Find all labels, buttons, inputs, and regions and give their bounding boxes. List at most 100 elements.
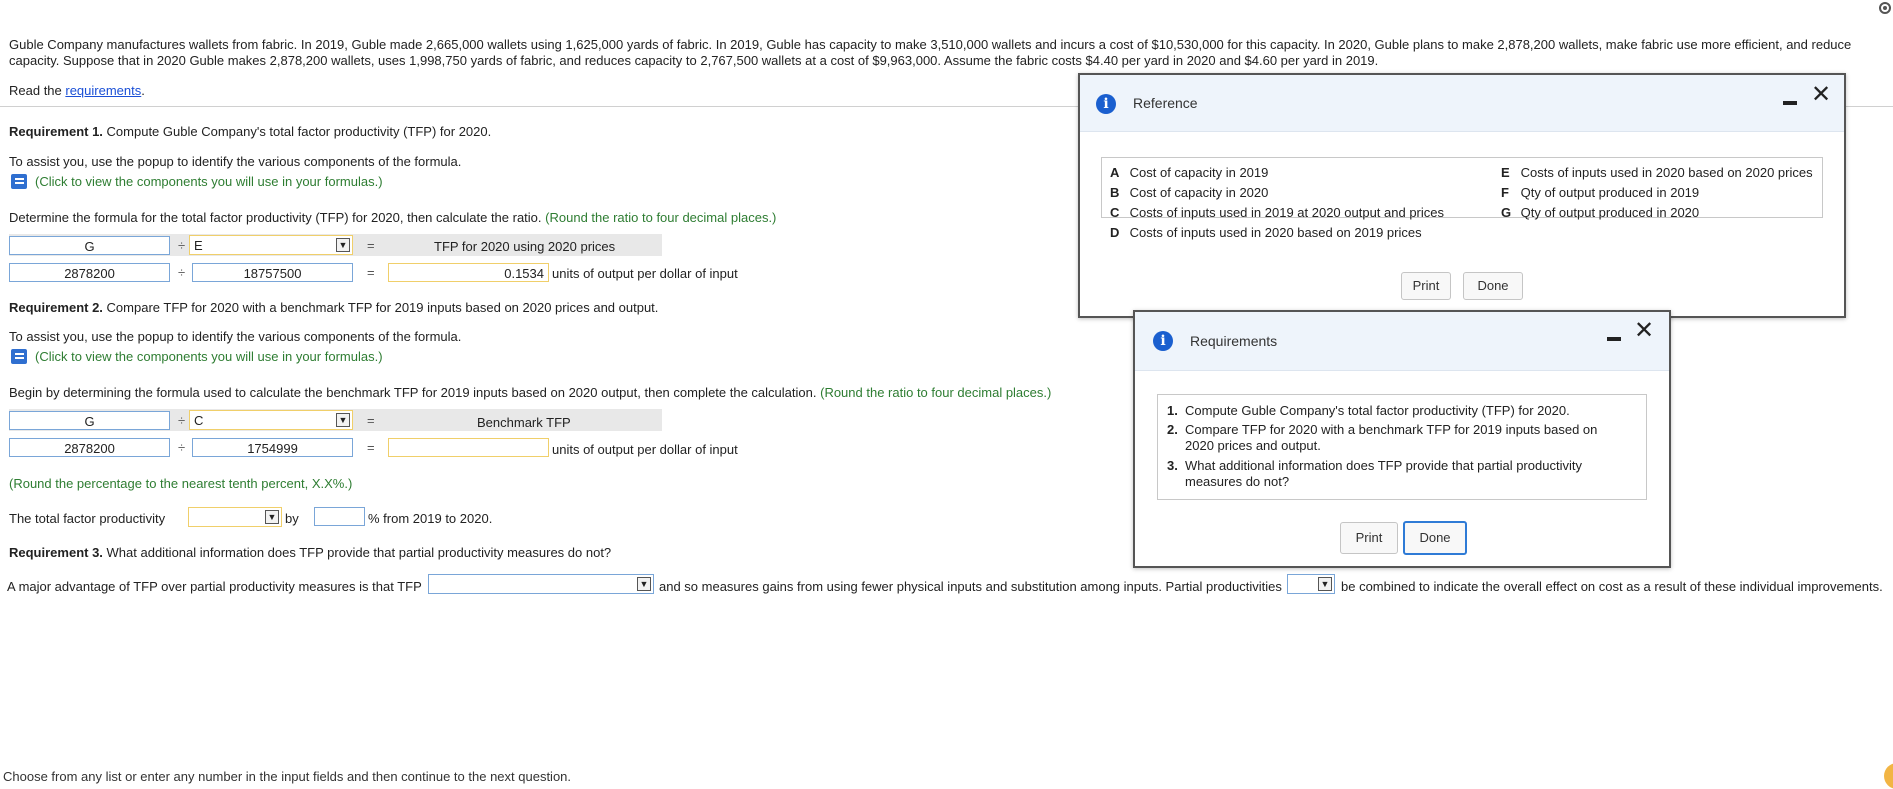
dropdown-arrow-icon: ▼ <box>637 577 651 591</box>
req-num: 3. <box>1167 458 1178 473</box>
req2-denominator-select[interactable]: C ▼ <box>189 410 353 430</box>
req2-numerator-label[interactable]: G <box>9 411 170 430</box>
req2-assist: To assist you, use the popup to identify… <box>9 329 462 344</box>
req2-round-pct: (Round the percentage to the nearest ten… <box>9 476 353 491</box>
req1-units: units of output per dollar of input <box>552 266 738 281</box>
ref-key: C <box>1110 205 1120 220</box>
ref-key: F <box>1501 185 1509 200</box>
req3-heading-text: What additional information does TFP pro… <box>102 545 612 560</box>
req3-heading: Requirement 3. What additional informati… <box>9 545 611 560</box>
req1-denominator-input[interactable]: 18757500 <box>192 263 353 282</box>
req2-begin: Begin by determining the formula used to… <box>9 385 1051 400</box>
req1-heading-bold: Requirement 1. <box>9 124 103 139</box>
req1-heading: Requirement 1. Compute Guble Company's t… <box>9 124 491 139</box>
dropdown-arrow-icon: ▼ <box>336 238 350 252</box>
req3-sentence-c: be combined to indicate the overall effe… <box>1341 579 1883 594</box>
close-icon[interactable]: ✕ <box>1634 319 1654 343</box>
req1-numerator-label[interactable]: G <box>9 236 170 255</box>
minimize-icon[interactable] <box>1783 101 1797 105</box>
req1-denominator-select[interactable]: E ▼ <box>189 235 353 255</box>
requirements-link[interactable]: requirements <box>65 83 141 98</box>
help-corner-icon[interactable] <box>1884 763 1893 789</box>
req2-components-link[interactable]: (Click to view the components you will u… <box>35 349 383 364</box>
reference-item-b: B Cost of capacity in 2020 <box>1110 185 1268 200</box>
req3-heading-bold: Requirement 3. <box>9 545 103 560</box>
ref-key: E <box>1501 165 1510 180</box>
req-text: Compare TFP for 2020 with a benchmark TF… <box>1185 422 1598 453</box>
req2-denominator-value: C <box>194 413 204 428</box>
req1-equals-sign-2: = <box>367 265 375 280</box>
req1-assist: To assist you, use the popup to identify… <box>9 154 462 169</box>
dropdown-arrow-icon: ▼ <box>265 510 279 524</box>
tfp-change-prefix: The total factor productivity <box>9 511 166 526</box>
req3-advantage-select[interactable]: ▼ <box>428 574 654 594</box>
req-text: Compute Guble Company's total factor pro… <box>1185 403 1570 418</box>
ref-text: Costs of inputs used in 2020 based on 20… <box>1129 225 1422 240</box>
req1-divide-sign: ÷ <box>178 238 186 253</box>
ref-key: D <box>1110 225 1120 240</box>
problem-line-1: Guble Company manufactures wallets from … <box>9 37 1852 52</box>
footer-instruction: Choose from any list or enter any number… <box>3 769 572 784</box>
tfp-percent-input[interactable] <box>314 507 365 526</box>
req2-equals-sign: = <box>367 413 375 428</box>
reference-item-c: C Costs of inputs used in 2019 at 2020 o… <box>1110 205 1444 220</box>
req-text: What additional information does TFP pro… <box>1185 458 1582 489</box>
requirements-print-button[interactable]: Print <box>1340 522 1398 554</box>
ref-key: B <box>1110 185 1120 200</box>
ref-key: G <box>1501 205 1512 220</box>
dropdown-arrow-icon: ▼ <box>1318 577 1332 591</box>
req1-determine: Determine the formula for the total fact… <box>9 210 776 225</box>
req1-result-input[interactable]: 0.1534 <box>388 263 549 282</box>
requirements-item-1: 1. Compute Guble Company's total factor … <box>1167 403 1637 419</box>
gear-icon[interactable] <box>1877 0 1893 16</box>
req1-components-link[interactable]: (Click to view the components you will u… <box>35 174 383 189</box>
close-icon[interactable]: ✕ <box>1811 83 1831 107</box>
ref-text: Costs of inputs used in 2019 at 2020 out… <box>1129 205 1445 220</box>
read-suffix: . <box>141 83 145 98</box>
info-icon: i <box>1096 94 1116 114</box>
requirements-dialog: i Requirements ✕ 1. Compute Guble Compan… <box>1133 310 1671 568</box>
req2-units: units of output per dollar of input <box>552 442 738 457</box>
req2-denominator-input[interactable]: 1754999 <box>192 438 353 457</box>
req3-partial-select[interactable]: ▼ <box>1287 574 1335 594</box>
tfp-direction-select[interactable]: ▼ <box>188 507 282 527</box>
ref-text: Qty of output produced in 2020 <box>1520 205 1700 220</box>
req2-result-label: Benchmark TFP <box>477 415 571 430</box>
req3-sentence-a: A major advantage of TFP over partial pr… <box>7 579 422 594</box>
requirements-done-button[interactable]: Done <box>1403 521 1467 555</box>
dropdown-arrow-icon: ▼ <box>336 413 350 427</box>
reference-dialog-title: Reference <box>1133 95 1198 111</box>
reference-item-f: F Qty of output produced in 2019 <box>1501 185 1699 200</box>
reference-item-e: E Costs of inputs used in 2020 based on … <box>1501 165 1813 180</box>
reference-print-button[interactable]: Print <box>1401 272 1451 300</box>
requirements-dialog-title: Requirements <box>1190 333 1278 349</box>
req1-heading-text: Compute Guble Company's total factor pro… <box>102 124 492 139</box>
req2-divide-sign: ÷ <box>178 413 186 428</box>
problem-line-2: capacity. Suppose that in 2020 Guble mak… <box>9 53 1379 68</box>
requirements-item-2: 2. Compare TFP for 2020 with a benchmark… <box>1167 422 1637 454</box>
req1-round-note: (Round the ratio to four decimal places.… <box>545 210 777 225</box>
book-icon[interactable] <box>11 349 27 364</box>
req2-equals-sign-2: = <box>367 440 375 455</box>
req2-result-input[interactable] <box>388 438 549 457</box>
ref-text: Cost of capacity in 2020 <box>1129 185 1269 200</box>
req1-denominator-value: E <box>194 238 203 253</box>
req2-heading: Requirement 2. Compare TFP for 2020 with… <box>9 300 658 315</box>
ref-text: Qty of output produced in 2019 <box>1520 185 1700 200</box>
read-prefix: Read the <box>9 83 66 98</box>
req3-sentence-b: and so measures gains from using fewer p… <box>659 579 1282 594</box>
req2-heading-bold: Requirement 2. <box>9 300 103 315</box>
reference-dialog: i Reference ✕ A Cost of capacity in 2019… <box>1078 73 1846 318</box>
req-num: 2. <box>1167 422 1178 437</box>
ref-text: Costs of inputs used in 2020 based on 20… <box>1520 165 1813 180</box>
reference-done-button[interactable]: Done <box>1463 272 1523 300</box>
book-icon[interactable] <box>11 174 27 189</box>
req1-result-label: TFP for 2020 using 2020 prices <box>434 239 616 254</box>
tfp-change-suffix: % from 2019 to 2020. <box>368 511 493 526</box>
req1-determine-text: Determine the formula for the total fact… <box>9 210 542 225</box>
read-requirements: Read the requirements. <box>9 83 145 98</box>
req1-numerator-input[interactable]: 2878200 <box>9 263 170 282</box>
req2-numerator-input[interactable]: 2878200 <box>9 438 170 457</box>
minimize-icon[interactable] <box>1607 337 1621 341</box>
req1-divide-sign-2: ÷ <box>178 265 186 280</box>
